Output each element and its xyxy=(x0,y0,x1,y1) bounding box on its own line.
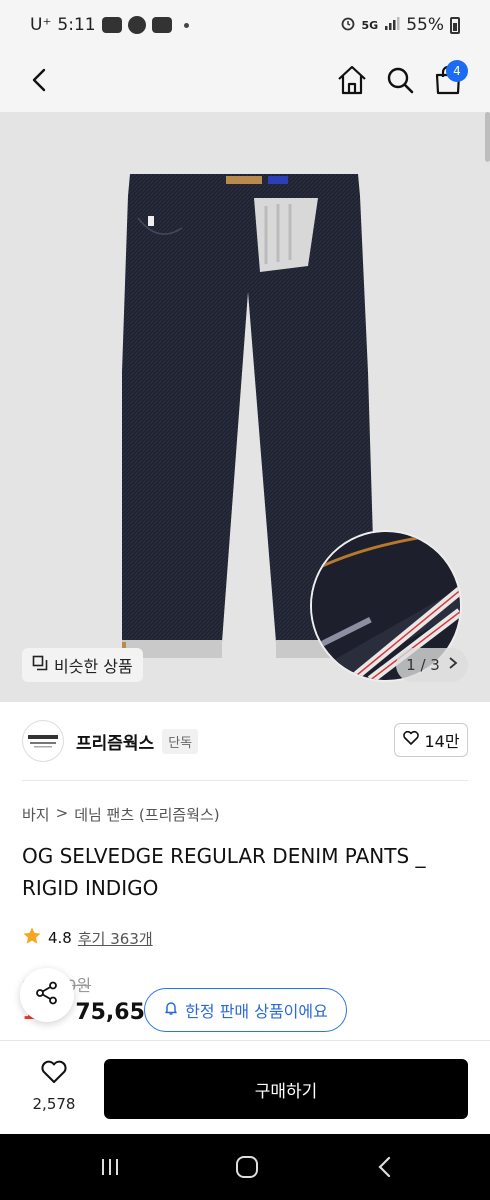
status-right: 5G 55% xyxy=(340,15,460,36)
heart-icon xyxy=(402,729,420,751)
share-icon xyxy=(34,980,60,1010)
chevron-right-icon xyxy=(448,656,458,674)
back-icon[interactable] xyxy=(22,62,58,98)
back-nav-icon[interactable] xyxy=(370,1152,400,1182)
bottom-action-bar: 2,578 구매하기 xyxy=(0,1040,490,1134)
home-nav-icon[interactable] xyxy=(232,1152,262,1182)
carrier-label: U⁺ xyxy=(30,15,52,35)
exclusive-tag: 단독 xyxy=(162,728,199,754)
product-title: OG SELVEDGE REGULAR DENIM PANTS _ RIGID … xyxy=(22,844,426,900)
rating-score: 4.8 xyxy=(48,929,72,947)
star-icon xyxy=(22,926,42,950)
brand-logo[interactable] xyxy=(22,720,64,762)
status-bar: U⁺ 5:11 5G 55% xyxy=(0,0,490,50)
product-image-gallery[interactable]: 비슷한 상품 1 / 3 xyxy=(0,112,490,702)
brand-row: 프리즘웍스 단독 14만 xyxy=(0,702,490,780)
clock: 5:11 xyxy=(57,15,96,35)
cart-count-badge: 4 xyxy=(446,60,468,82)
wishlist-count: 2,578 xyxy=(32,1095,76,1113)
top-navigation: 4 xyxy=(0,50,490,112)
signal-icon xyxy=(384,15,400,36)
app-k-icon xyxy=(127,16,146,34)
brand-like-button[interactable]: 14만 xyxy=(394,723,468,757)
similar-products-button[interactable]: 비슷한 상품 xyxy=(22,648,143,682)
heart-outline-icon xyxy=(40,1059,68,1089)
wishlist-button[interactable]: 2,578 xyxy=(22,1059,86,1119)
breadcrumb-subcategory[interactable]: 데님 팬츠 (프리즘웍스) xyxy=(74,804,219,825)
bell-icon xyxy=(163,1000,179,1020)
youtube-icon xyxy=(101,17,122,33)
similar-products-icon xyxy=(32,655,48,675)
image-pager[interactable]: 1 / 3 xyxy=(396,648,468,682)
limited-sale-pill[interactable]: 한정 판매 상품이에요 xyxy=(144,988,347,1032)
rating-row: 4.8 후기 363개 xyxy=(22,926,153,950)
home-icon[interactable] xyxy=(334,62,370,98)
system-navigation-bar xyxy=(0,1134,490,1200)
sale-price: 75,65 xyxy=(75,1000,145,1025)
share-button[interactable] xyxy=(20,968,74,1022)
search-icon[interactable] xyxy=(382,62,418,98)
notification-dot-icon xyxy=(183,22,189,28)
battery-icon xyxy=(450,16,460,34)
battery-label: 55% xyxy=(406,15,444,35)
network-label: 5G xyxy=(361,18,379,32)
breadcrumb-separator: > xyxy=(55,804,69,822)
breadcrumb-category[interactable]: 바지 xyxy=(22,804,50,825)
review-count-link[interactable]: 후기 363개 xyxy=(78,928,153,949)
recent-apps-icon[interactable] xyxy=(95,1152,125,1182)
scroll-indicator[interactable] xyxy=(485,112,490,162)
breadcrumb: 바지 > 데님 팬츠 (프리즘웍스) xyxy=(22,804,220,825)
divider xyxy=(22,780,468,781)
pager-text: 1 / 3 xyxy=(406,656,440,674)
buy-button[interactable]: 구매하기 xyxy=(104,1059,468,1119)
status-left: U⁺ 5:11 xyxy=(30,15,189,35)
similar-products-label: 비슷한 상품 xyxy=(54,657,133,676)
brand-name[interactable]: 프리즘웍스 xyxy=(76,729,154,754)
brand-like-count: 14만 xyxy=(424,732,460,751)
youtube-icon xyxy=(151,17,172,33)
limited-sale-label: 한정 판매 상품이에요 xyxy=(185,1002,328,1021)
alarm-icon xyxy=(340,15,356,36)
